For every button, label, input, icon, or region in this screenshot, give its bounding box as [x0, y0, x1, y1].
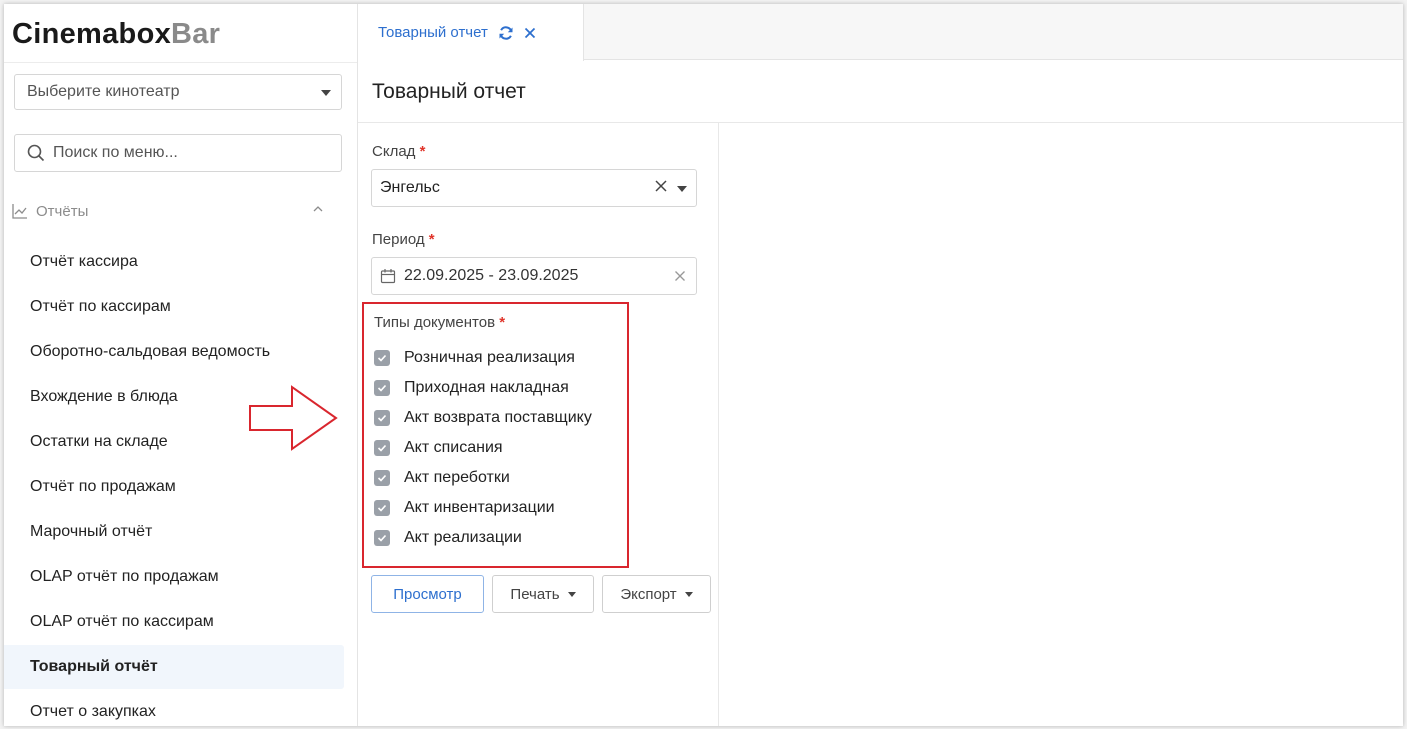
line-chart-icon	[12, 204, 27, 219]
checkbox-checked-icon[interactable]	[374, 500, 390, 516]
checkbox-label: Розничная реализация	[404, 349, 575, 366]
sidebar-item-label: Отчёт по продажам	[30, 478, 176, 495]
checkbox-label: Приходная накладная	[404, 379, 569, 396]
sidebar: CinemaboxBar Выберите кинотеатр Поиск по…	[4, 4, 358, 726]
required-mark: *	[428, 231, 435, 248]
required-mark: *	[419, 143, 426, 160]
sidebar-item-label: Вхождение в блюда	[30, 388, 178, 405]
checkbox-label: Акт возврата поставщику	[404, 409, 592, 426]
required-mark: *	[499, 314, 506, 331]
checkbox-supplier-return[interactable]: Акт возврата поставщику	[374, 406, 592, 430]
sidebar-item-label: Отчет о закупках	[30, 703, 156, 720]
chevron-down-icon	[321, 90, 331, 96]
checkbox-processing[interactable]: Акт переботки	[374, 466, 510, 490]
period-label-text: Период	[372, 231, 425, 248]
period-date-range-input[interactable]: 22.09.2025 - 23.09.2025	[371, 257, 697, 295]
checkbox-incoming-invoice[interactable]: Приходная накладная	[374, 376, 569, 400]
period-value: 22.09.2025 - 23.09.2025	[404, 267, 579, 284]
tab-label: Товарный отчет	[378, 24, 488, 41]
checkbox-checked-icon[interactable]	[374, 410, 390, 426]
menu-search-input[interactable]: Поиск по меню...	[14, 134, 342, 172]
export-button[interactable]: Экспорт	[602, 575, 711, 613]
sidebar-item-label: Марочный отчёт	[30, 523, 153, 540]
sidebar-item-goods-report[interactable]: Товарный отчёт	[4, 645, 344, 689]
checkbox-label: Акт реализации	[404, 529, 522, 546]
sidebar-item-label: Оборотно-сальдовая ведомость	[30, 343, 271, 360]
sidebar-item-turnover-balance[interactable]: Оборотно-сальдовая ведомость	[4, 330, 344, 374]
checkbox-checked-icon[interactable]	[374, 470, 390, 486]
doc-types-label: Типы документов *	[374, 314, 505, 331]
calendar-icon	[380, 268, 396, 284]
checkbox-checked-icon[interactable]	[374, 380, 390, 396]
checkbox-inventory[interactable]: Акт инвентаризации	[374, 496, 555, 520]
sidebar-item-olap-sales[interactable]: OLAP отчёт по продажам	[4, 555, 344, 599]
view-button-label: Просмотр	[393, 585, 462, 603]
logo: CinemaboxBar	[12, 18, 220, 51]
tab-goods-report[interactable]: Товарный отчет	[358, 4, 584, 61]
checkbox-checked-icon[interactable]	[374, 440, 390, 456]
logo-main: Cinemabox	[12, 18, 172, 50]
sidebar-item-sales-report[interactable]: Отчёт по продажам	[4, 465, 344, 509]
checkbox-sale-act[interactable]: Акт реализации	[374, 526, 522, 550]
sidebar-item-purchase-report[interactable]: Отчет о закупках	[4, 690, 344, 726]
report-form: Склад * Энгельс Период * 22.09.2025 - 23…	[358, 123, 719, 726]
chevron-down-icon	[677, 186, 687, 192]
app-window: CinemaboxBar Выберите кинотеатр Поиск по…	[4, 4, 1403, 726]
sidebar-item-label: Отчёт кассира	[30, 253, 138, 270]
export-button-label: Экспорт	[620, 585, 677, 603]
section-label: Отчёты	[36, 202, 89, 220]
sidebar-item-label: OLAP отчёт по кассирам	[30, 613, 214, 630]
sidebar-item-excise-report[interactable]: Марочный отчёт	[4, 510, 344, 554]
sidebar-item-label: Отчёт по кассирам	[30, 298, 171, 315]
chevron-down-icon	[684, 591, 693, 597]
checkbox-checked-icon[interactable]	[374, 530, 390, 546]
cinema-select-placeholder: Выберите кинотеатр	[27, 83, 180, 100]
menu-search-placeholder: Поиск по меню...	[53, 144, 178, 161]
sidebar-item-label: Товарный отчёт	[30, 658, 158, 675]
warehouse-label: Склад *	[372, 143, 425, 160]
reports-section-toggle[interactable]: Отчёты	[12, 200, 342, 222]
checkbox-retail-sale[interactable]: Розничная реализация	[374, 346, 575, 370]
search-icon	[27, 144, 45, 162]
divider	[4, 62, 357, 63]
checkbox-checked-icon[interactable]	[374, 350, 390, 366]
checkbox-label: Акт переботки	[404, 469, 510, 486]
print-button-label: Печать	[510, 585, 560, 603]
sidebar-item-label: OLAP отчёт по продажам	[30, 568, 219, 585]
page-title-text: Товарный отчет	[372, 79, 526, 103]
checkbox-label: Акт инвентаризации	[404, 499, 555, 516]
tab-bar: Товарный отчет	[358, 4, 1403, 61]
refresh-icon[interactable]	[498, 25, 514, 41]
chevron-down-icon	[567, 591, 576, 597]
checkbox-label: Акт списания	[404, 439, 503, 456]
doc-types-label-text: Типы документов	[374, 314, 496, 331]
page-title: Товарный отчет	[358, 61, 1403, 123]
view-button[interactable]: Просмотр	[371, 575, 484, 613]
cinema-select[interactable]: Выберите кинотеатр	[14, 74, 342, 110]
sidebar-item-label: Остатки на складе	[30, 433, 168, 450]
annotation-arrow-icon	[249, 385, 338, 451]
sidebar-item-cashiers-report[interactable]: Отчёт по кассирам	[4, 285, 344, 329]
warehouse-label-text: Склад	[372, 143, 416, 160]
sidebar-item-olap-cashiers[interactable]: OLAP отчёт по кассирам	[4, 600, 344, 644]
checkbox-write-off[interactable]: Акт списания	[374, 436, 503, 460]
doc-types-highlight: Типы документов * Розничная реализация П…	[362, 302, 629, 568]
warehouse-select[interactable]: Энгельс	[371, 169, 697, 207]
logo-accent: Bar	[171, 18, 221, 50]
warehouse-value: Энгельс	[380, 179, 440, 196]
chevron-up-icon	[313, 206, 323, 212]
print-button[interactable]: Печать	[492, 575, 594, 613]
close-icon[interactable]	[524, 27, 536, 39]
sidebar-item-cashier-report[interactable]: Отчёт кассира	[4, 240, 344, 284]
clear-icon[interactable]	[654, 179, 668, 198]
clear-icon[interactable]	[674, 269, 686, 287]
period-label: Период *	[372, 231, 435, 248]
